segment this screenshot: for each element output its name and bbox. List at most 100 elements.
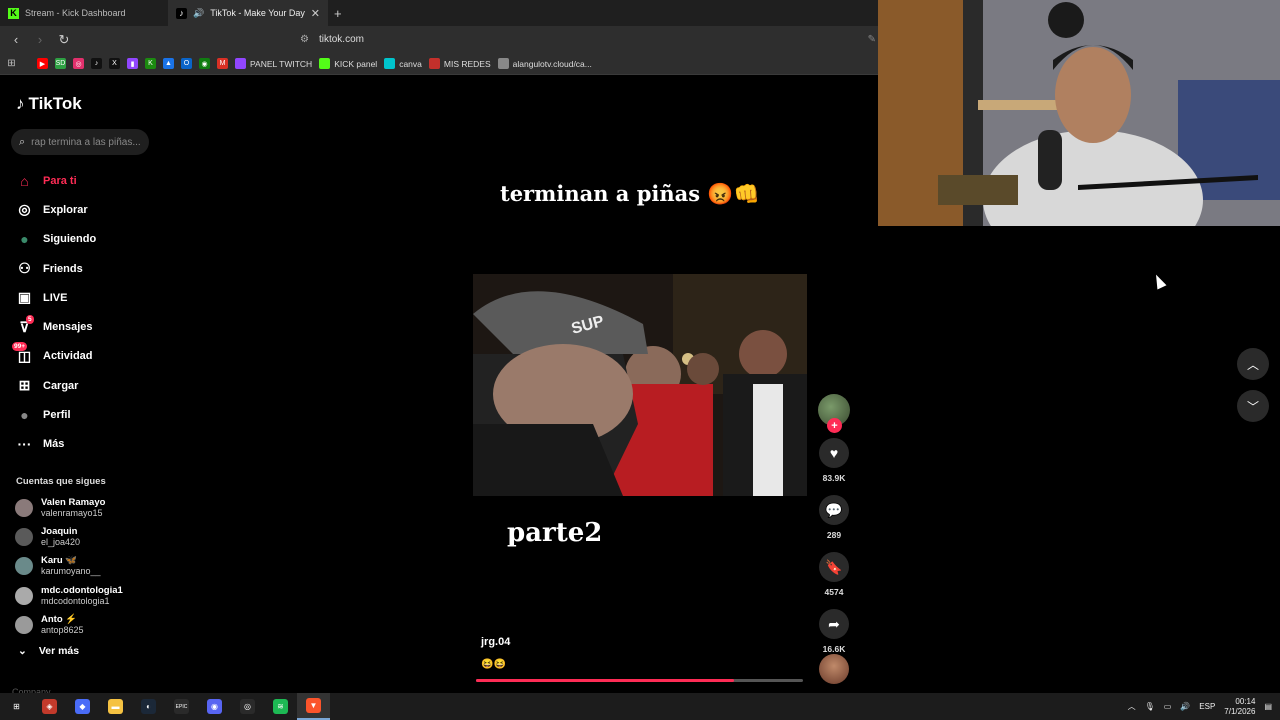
tray-overflow-icon[interactable]: ︿ [1128, 701, 1136, 712]
following-account[interactable]: Valen Ramayo valenramayo15 [15, 493, 155, 522]
site-info-icon[interactable]: ⚙ [300, 34, 309, 45]
kick-icon[interactable]: K [145, 58, 156, 69]
microphone-icon[interactable]: 🎙 [1145, 702, 1155, 711]
bookmarks-bar: ⊞ ▶ SD ◎ ♪ X ▮ K ▲ O ◉ M PANEL TWITCH KICK panel canv… [0, 53, 878, 75]
video-caption-top: terminan a piñas 😡👊 [500, 181, 760, 206]
bookmark-item[interactable]: MIS REDES [428, 58, 491, 69]
account-display-name: Karu 🦋 [41, 555, 78, 567]
account-names: Joaquin el_joa420 [41, 526, 80, 548]
notification-badge: 5 [26, 314, 34, 324]
bookmark-item[interactable]: KICK panel [319, 58, 377, 69]
sidebar-item-cargar[interactable]: ⊞ Cargar [16, 371, 156, 400]
account-display-name: mdc.odontologia1 [41, 584, 123, 596]
forward-button[interactable]: › [32, 32, 48, 47]
taskbar-app[interactable]: ◈ [33, 693, 66, 720]
like-button[interactable]: ♥ [819, 438, 849, 468]
taskbar-app[interactable]: ◐ [132, 693, 165, 720]
follow-plus-icon[interactable]: + [827, 418, 842, 433]
spotify-icon: ≋ [273, 699, 288, 714]
account-handle: mdcodontologia1 [41, 595, 110, 606]
reload-button[interactable]: ↻ [56, 32, 72, 48]
taskbar-app[interactable]: ≋ [264, 693, 297, 720]
bookmark-label: MIS REDES [443, 58, 491, 69]
previous-video-button[interactable]: ︿ [1237, 348, 1269, 380]
tiktok-logo[interactable]: ♪ TikTok [16, 94, 82, 114]
sound-avatar[interactable] [819, 654, 849, 684]
heart-icon: ♥ [829, 445, 839, 461]
taskbar-app[interactable]: ◆ [66, 693, 99, 720]
drive-icon[interactable]: ▲ [163, 58, 174, 69]
chevron-down-icon: ⌄ [18, 645, 27, 657]
sidebar-item-m-s[interactable]: ··· Más [16, 430, 156, 459]
notifications-icon[interactable]: ▤ [1264, 702, 1272, 711]
share-button[interactable]: ➦ [819, 609, 849, 639]
bookmark-favicon-icon [235, 58, 246, 69]
next-video-button[interactable]: ﹀ [1237, 390, 1269, 422]
friends-icon: ⚇ [18, 260, 31, 277]
sidebar-item-explorar[interactable]: ◎ Explorar [16, 195, 156, 224]
video-author[interactable]: jrg.04 [481, 636, 510, 648]
sidebar-item-live[interactable]: ▣ LIVE [16, 283, 156, 312]
sidebar-item-siguiendo[interactable]: ● Siguiendo [16, 225, 156, 254]
sidebar-nav: ⌂ Para ti ◎ Explorar ● Siguiendo ⚇ Friends ▣ LIVE… [12, 166, 156, 459]
bookmark-item[interactable]: PANEL TWITCH [235, 58, 312, 69]
messages-icon: ⊽ 5 [19, 314, 34, 335]
following-account[interactable]: mdc.odontologia1 mdcodontologia1 [15, 581, 155, 610]
taskbar-app[interactable]: ⊞ [0, 693, 33, 720]
avatar [15, 527, 33, 546]
tab-tiktok[interactable]: ♪ 🔊 TikTok - Make Your Day ✕ [168, 0, 328, 26]
address-bar[interactable]: ⚙ tiktok.com [300, 34, 364, 45]
language-indicator[interactable]: ESP [1199, 702, 1215, 711]
taskbar-app[interactable]: ▬ [99, 693, 132, 720]
bookmark-favicon-icon [428, 58, 440, 69]
network-icon[interactable]: ▭ [1164, 702, 1172, 711]
tiktok-icon[interactable]: ♪ [91, 58, 102, 69]
new-tab-button[interactable]: + [334, 6, 342, 21]
sidebar-item-mensajes[interactable]: ⊽ 5 Mensajes [16, 312, 156, 341]
clock[interactable]: 00:14 7/1/2026 [1224, 697, 1255, 717]
taskbar-app[interactable]: ◎ [231, 693, 264, 720]
taskbar-app[interactable]: ▼ [297, 693, 330, 720]
sidebar-item-label: Para ti [43, 174, 77, 187]
twitch-icon[interactable]: ▮ [127, 58, 138, 69]
sidebar-item-perfil[interactable]: ● Perfil [16, 400, 156, 429]
following-account[interactable]: Joaquin el_joa420 [15, 522, 155, 551]
bookmark-item[interactable]: canva [384, 58, 422, 69]
bookmark-label: KICK panel [334, 58, 378, 69]
gmail-icon[interactable]: M [217, 58, 228, 69]
ver-mas-button[interactable]: ⌄ Ver más [18, 645, 79, 657]
sidebar-item-friends[interactable]: ⚇ Friends [16, 254, 156, 283]
sd-icon[interactable]: SD [55, 58, 66, 69]
tiktok-favicon-icon: ♪ [176, 7, 187, 19]
following-account[interactable]: Anto ⚡ antop8625 [15, 610, 155, 639]
youtube-icon[interactable]: ▶ [37, 58, 48, 69]
sidebar-item-label: Siguiendo [43, 233, 97, 246]
instagram-icon[interactable]: ◎ [73, 58, 84, 69]
xbox-icon[interactable]: ◉ [199, 58, 210, 69]
taskbar-app[interactable]: ◉ [198, 693, 231, 720]
following-list: Valen Ramayo valenramayo15 Joaquin el_joa42… [15, 493, 155, 639]
video-actions: + ♥ 83.9K 💬 289 🔖 4574 ➦ 16.6K [817, 394, 851, 654]
following-account[interactable]: Karu 🦋 karumoyano__ [15, 552, 155, 581]
tab-kick-dashboard[interactable]: K Stream - Kick Dashboard [0, 0, 168, 26]
webcam-feed [878, 0, 1280, 226]
sidebar-item-actividad[interactable]: ◫ 99+ Actividad [12, 341, 156, 371]
bookmark-item[interactable]: alangulotv.cloud/ca... [497, 58, 592, 69]
taskbar-app[interactable]: EPIC [165, 693, 198, 720]
x-icon[interactable]: X [109, 58, 120, 69]
video-player[interactable]: SUP [473, 274, 807, 496]
volume-icon[interactable]: 🔊 [1180, 702, 1190, 711]
save-button[interactable]: 🔖 [819, 552, 849, 582]
back-button[interactable]: ‹ [8, 32, 24, 47]
search-input[interactable]: ⌕ rap termina a las piñas... [11, 129, 149, 155]
upload-icon: ⊞ [18, 377, 31, 394]
close-tab-icon[interactable]: ✕ [311, 7, 320, 20]
bookmark-favicon-icon [384, 58, 396, 69]
video-progress-bar[interactable] [476, 679, 803, 682]
apps-grid-icon[interactable]: ⊞ [6, 58, 17, 69]
home-icon: ⌂ [20, 172, 29, 189]
creator-avatar[interactable]: + [818, 394, 850, 433]
sidebar-item-para-ti[interactable]: ⌂ Para ti [16, 166, 156, 195]
outlook-icon[interactable]: O [181, 58, 192, 69]
comment-button[interactable]: 💬 [819, 495, 849, 525]
